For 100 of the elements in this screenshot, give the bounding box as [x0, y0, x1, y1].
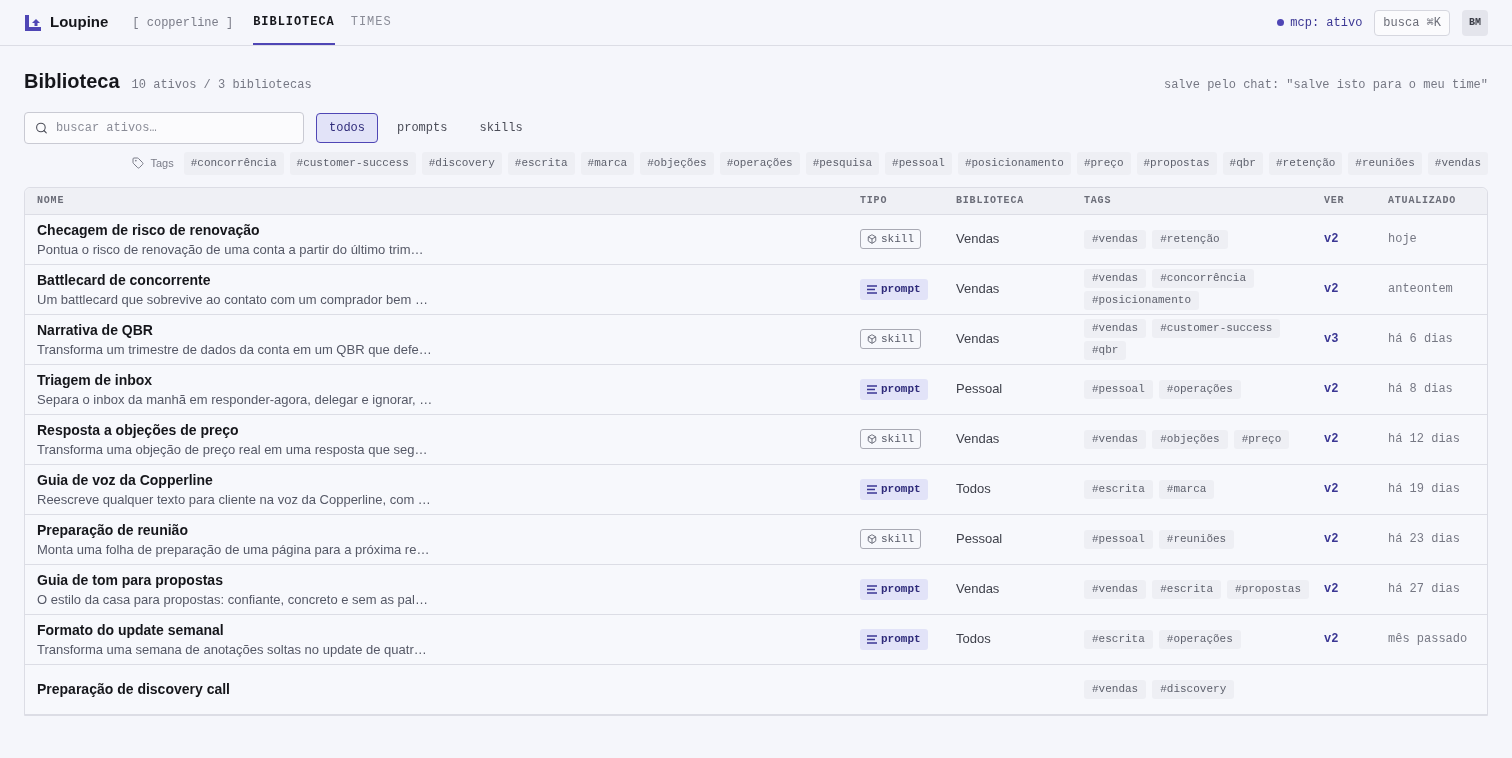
search-field[interactable]: buscar ativos… [24, 112, 304, 144]
tag-filter-chip[interactable]: #vendas [1427, 152, 1488, 175]
tag-chip[interactable]: #preço [1233, 429, 1290, 449]
text-lines-icon [867, 485, 877, 494]
tag-chip[interactable]: #customer-success [1152, 318, 1281, 338]
tag-chip[interactable]: #concorrência [1152, 268, 1255, 288]
tag-chip[interactable]: #pessoal [1084, 379, 1153, 399]
asset-description: Transforma uma objeção de preço real em uma resposta que seg… [37, 440, 429, 458]
table-row[interactable]: Formato do update semanal Transforma uma semana de anotações soltas no update de quatr… prompt Todos #escrita #operações v2 mês passado [25, 614, 1487, 665]
updated-date: anteontem [1388, 281, 1454, 298]
nav-tab[interactable]: TIMES [350, 0, 392, 45]
tag-chip[interactable]: #escrita [1084, 479, 1153, 499]
skill-badge: skill [860, 528, 921, 550]
skill-badge: skill [860, 428, 921, 450]
tag-chip[interactable]: #marca [1158, 479, 1215, 499]
asset-description: Monta uma folha de preparação de uma página para a próxima re… [37, 540, 431, 558]
library-name: Pessoal [956, 530, 1004, 549]
library-name: Pessoal [956, 380, 1004, 399]
tag-filter-chip[interactable]: #qbr [1222, 152, 1263, 175]
tag-filter-chip[interactable]: #posicionamento [957, 152, 1071, 175]
tag-chip[interactable]: #vendas [1084, 679, 1147, 699]
column-header: ATUALIZADO [1388, 194, 1457, 208]
search-icon [35, 121, 48, 135]
updated-date: hoje [1388, 231, 1418, 248]
tag-filter-chip[interactable]: #pessoal [885, 152, 952, 175]
asset-name: Guia de tom para propostas [37, 570, 224, 589]
cube-icon [867, 434, 877, 444]
library-name: Todos [956, 480, 992, 499]
search-shortcut-button[interactable]: busca ⌘K [1374, 9, 1450, 36]
cube-icon [867, 234, 877, 244]
tag-chip[interactable]: #operações [1158, 629, 1241, 649]
column-header: BIBLIOTECA [956, 194, 1025, 208]
asset-description: Transforma uma semana de anotações soltas no update de quatr… [37, 640, 428, 658]
text-lines-icon [867, 635, 877, 644]
tag-chip[interactable]: #vendas [1084, 579, 1147, 599]
text-lines-icon [867, 585, 877, 594]
filter-tab[interactable]: todos [316, 113, 378, 143]
tag-filter-chip[interactable]: #objeções [640, 152, 714, 175]
tag-filter-chip[interactable]: #escrita [507, 152, 575, 175]
tag-icon [132, 157, 145, 170]
tag-chip[interactable]: #escrita [1084, 629, 1153, 649]
tag-chip[interactable]: #propostas [1227, 579, 1310, 599]
tag-chip[interactable]: #retenção [1152, 229, 1228, 249]
filter-tab[interactable]: skills [466, 113, 536, 143]
tag-chip[interactable]: #vendas [1084, 429, 1147, 449]
tag-chip[interactable]: #qbr [1084, 340, 1127, 360]
asset-description: Pontua o risco de renovação de uma conta a partir do último trim… [37, 240, 425, 258]
tag-chip[interactable]: #vendas [1084, 229, 1147, 249]
tag-chip[interactable]: #escrita [1152, 579, 1222, 599]
tag-filter-chip[interactable]: #marca [580, 152, 635, 175]
library-name: Todos [956, 630, 992, 649]
version-label: v2 [1324, 381, 1340, 398]
asset-description: Um battlecard que sobrevive ao contato com um comprador bem … [37, 290, 429, 308]
tag-chip[interactable]: #vendas [1084, 268, 1147, 288]
asset-description: Separa o inbox da manhã em responder-agora, delegar e ignorar, … [37, 390, 434, 408]
tag-chip[interactable]: #objeções [1152, 429, 1228, 449]
tag-chip[interactable]: #vendas [1084, 318, 1147, 338]
tag-filter-chip[interactable]: #customer-success [289, 152, 416, 175]
table-row[interactable]: Guia de voz da Copperline Reescreve qualquer texto para cliente na voz da Copperline, com … prompt Todos #escrita #marca v2 há 19 dias [25, 464, 1487, 515]
asset-name: Triagem de inbox [37, 370, 154, 389]
library-name: Vendas [956, 280, 1001, 299]
table-row[interactable]: Resposta a objeções de preço Transforma uma objeção de preço real em uma resposta que seg… skill Vendas #vendas #objeções #preço v2 há 12 dias [25, 414, 1487, 465]
tag-chip[interactable]: #operações [1158, 379, 1241, 399]
cube-icon [867, 534, 877, 544]
table-row[interactable]: Battlecard de concorrente Um battlecard que sobrevive ao contato com um comprador bem … prompt Vendas #vendas #concorrência #posicionamento v2 anteontem [25, 264, 1487, 315]
tag-chip[interactable]: #discovery [1152, 679, 1235, 699]
tag-filter-chip[interactable]: #pesquisa [805, 152, 880, 175]
tag-chip[interactable]: #reuniões [1158, 529, 1235, 549]
table-row[interactable]: Preparação de reunião Monta uma folha de preparação de uma página para a próxima re… skill Pessoal #pessoal #reuniões v2 há 23 dias [25, 514, 1487, 565]
tag-chip[interactable]: #pessoal [1084, 529, 1153, 549]
library-name: Vendas [956, 230, 1001, 249]
version-label: v2 [1324, 581, 1340, 598]
tag-filter-chip[interactable]: #retenção [1268, 152, 1343, 175]
table-row[interactable]: Preparação de discovery call #vendas #discovery [25, 664, 1487, 715]
table-row[interactable]: Narrativa de QBR Transforma um trimestre de dados da conta em um QBR que defe… skill Vendas #vendas #customer-success #qbr v3 há 6 dias [25, 314, 1487, 365]
skill-badge: skill [860, 228, 921, 250]
tag-filter-chip[interactable]: #preço [1076, 152, 1131, 175]
tag-filter-chip[interactable]: #propostas [1136, 152, 1217, 175]
tag-filter-chip[interactable]: #operações [719, 152, 800, 175]
tag-filter-chip[interactable]: #concorrência [183, 152, 284, 175]
mcp-status: mcp: ativo [1290, 14, 1363, 32]
filter-tab[interactable]: prompts [384, 113, 461, 143]
updated-date: há 8 dias [1388, 381, 1454, 398]
version-label: v2 [1324, 531, 1340, 548]
logo-icon [24, 13, 42, 32]
user-avatar[interactable]: BM [1462, 9, 1488, 36]
version-label: v2 [1324, 231, 1340, 248]
updated-date: há 6 dias [1388, 331, 1454, 348]
nav-tab[interactable]: BIBLIOTECA [253, 0, 335, 45]
table-row[interactable]: Triagem de inbox Separa o inbox da manhã em responder-agora, delegar e ignorar, … prompt Pessoal #pessoal #operações v2 há 8 dias [25, 364, 1487, 415]
tag-chip[interactable]: #posicionamento [1084, 290, 1200, 310]
asset-description: Reescreve qualquer texto para cliente na voz da Copperline, com … [37, 490, 432, 508]
table-row[interactable]: Checagem de risco de renovação Pontua o risco de renovação de uma conta a partir do último trim… skill Vendas #vendas #retenção v2 hoje [25, 214, 1487, 265]
workspace-label: [ copperline ] [132, 14, 234, 32]
brand-name: Loupine [50, 12, 109, 33]
tag-filter-chip[interactable]: #discovery [421, 152, 502, 175]
search-input[interactable]: buscar ativos… [55, 119, 293, 137]
table-row[interactable]: Guia de tom para propostas O estilo da casa para propostas: confiante, concreto e sem as pal… prompt Vendas #vendas #escrita #propostas v2 há 27 dias [25, 564, 1487, 615]
tag-filter-chip[interactable]: #reuniões [1348, 152, 1422, 175]
asset-description: O estilo da casa para propostas: confiante, concreto e sem as pal… [37, 590, 429, 608]
